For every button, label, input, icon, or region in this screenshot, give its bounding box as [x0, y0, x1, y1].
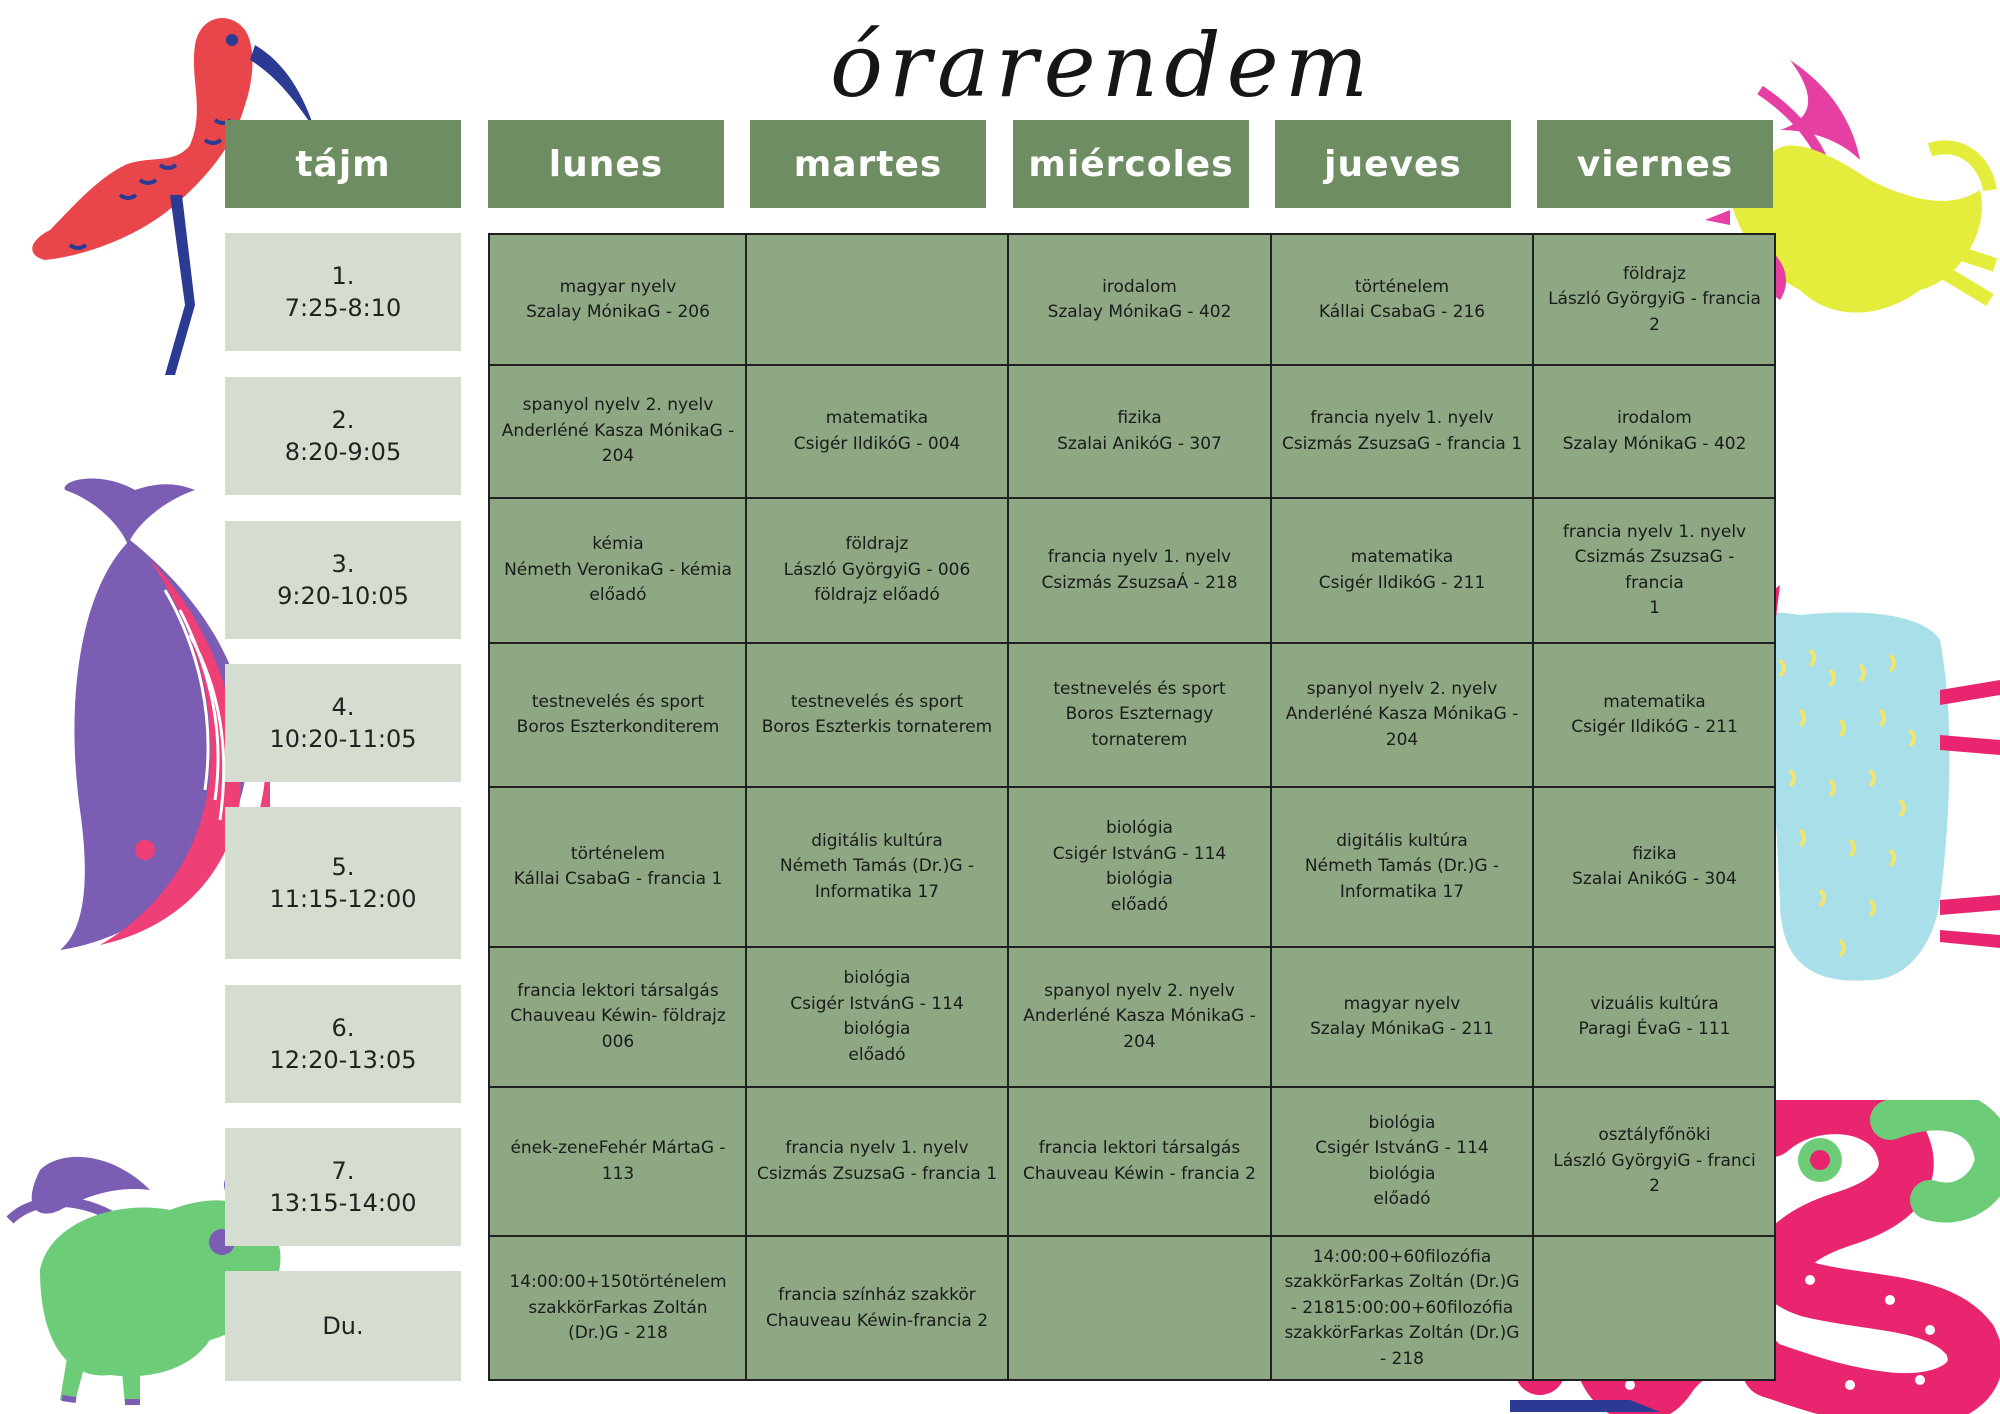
lesson-cell-thursday-7: biológia Csigér IstvánG - 114 biológia e… — [1315, 1112, 1489, 1210]
header-day-friday: viernes — [1537, 120, 1773, 208]
period-number: 6. — [331, 1013, 355, 1042]
lesson-cell-friday-7: osztályfőnöki László GyörgyiG - franci 2 — [1553, 1125, 1756, 1197]
period-time: 7:25-8:10 — [284, 294, 402, 322]
header-time: tájm — [225, 120, 461, 208]
period-time: 8:20-9:05 — [284, 438, 402, 466]
lesson-cell-tuesday-1 — [746, 235, 1008, 365]
lesson-cell-wednesday-4: testnevelés és sport Boros Eszternagy to… — [1053, 678, 1226, 750]
header-day-thursday: jueves — [1275, 120, 1511, 208]
lesson-cell-monday-8: 14:00:00+150történelem szakkörFarkas Zol… — [509, 1272, 727, 1344]
lesson-cell-tuesday-2: matematika Csigér IldikóG - 004 — [793, 408, 961, 454]
period-number: Du. — [322, 1311, 364, 1340]
lesson-cell-thursday-8: 14:00:00+60filozófia szakkörFarkas Zoltá… — [1284, 1246, 1520, 1369]
period-7: 7. 13:15-14:00 — [225, 1128, 461, 1246]
period-number: 1. — [331, 261, 355, 290]
lesson-cell-tuesday-5: digitális kultúra Németh Tamás (Dr.)G - … — [779, 830, 975, 902]
lesson-cell-friday-8 — [1533, 1236, 1776, 1381]
lesson-cell-thursday-6: magyar nyelv Szalay MónikaG - 211 — [1310, 993, 1494, 1040]
lesson-cell-wednesday-7: francia lektori társalgás Chauveau Kéwin… — [1023, 1138, 1256, 1184]
lesson-cell-wednesday-8 — [1008, 1236, 1271, 1381]
lesson-cell-tuesday-6: biológia Csigér IstvánG - 114 biológia e… — [790, 968, 964, 1065]
period-5: 5. 11:15-12:00 — [225, 807, 461, 959]
period-time: 10:20-11:05 — [269, 725, 417, 753]
period-3: 3. 9:20-10:05 — [225, 521, 461, 639]
page-title: órarendem — [830, 14, 1375, 117]
lesson-cell-wednesday-6: spanyol nyelv 2. nyelv Anderléné Kasza M… — [1023, 980, 1256, 1052]
lesson-cell-tuesday-8: francia színház szakkör Chauveau Kéwin-f… — [765, 1285, 989, 1331]
period-time: 9:20-10:05 — [277, 582, 409, 610]
lesson-cell-monday-4: testnevelés és sport Boros Eszterkondite… — [516, 691, 720, 738]
lesson-cell-monday-5: történelem Kállai CsabaG - francia 1 — [513, 843, 723, 890]
lesson-cell-wednesday-5: biológia Csigér IstvánG - 114 biológia e… — [1052, 818, 1227, 915]
lesson-cell-thursday-3: matematika Csigér IldikóG - 211 — [1318, 547, 1486, 593]
lesson-cell-friday-1: földrajz László GyörgyiG - francia 2 — [1548, 263, 1761, 335]
timetable-grid: magyar nyelv Szalay MónikaG - 206 irodalo… — [488, 233, 1776, 1381]
lesson-cell-thursday-2: francia nyelv 1. nyelv Csizmás ZsuzsaG -… — [1281, 408, 1523, 454]
lesson-cell-thursday-4: spanyol nyelv 2. nyelv Anderléné Kasza M… — [1285, 678, 1519, 750]
period-number: 7. — [331, 1156, 355, 1185]
lesson-cell-friday-4: matematika Csigér IldikóG - 211 — [1571, 691, 1738, 738]
lesson-cell-wednesday-3: francia nyelv 1. nyelv Csizmás ZsuzsaÁ -… — [1041, 547, 1238, 593]
period-4: 4. 10:20-11:05 — [225, 664, 461, 782]
period-number: 5. — [331, 852, 355, 881]
lesson-cell-friday-3: francia nyelv 1. nyelv Csizmás ZsuzsaG -… — [1562, 521, 1747, 619]
period-number: 4. — [331, 692, 355, 721]
lesson-cell-monday-7: ének-zeneFehér MártaG - 113 — [510, 1138, 726, 1184]
header-day-tuesday: martes — [750, 120, 986, 208]
header-day-wednesday: miércoles — [1013, 120, 1249, 208]
lesson-cell-friday-5: fizika Szalai AnikóG - 304 — [1572, 843, 1737, 890]
lesson-cell-friday-6: vizuális kultúra Paragi ÉvaG - 111 — [1578, 993, 1731, 1040]
lesson-cell-thursday-5: digitális kultúra Németh Tamás (Dr.)G - … — [1304, 830, 1500, 902]
lesson-cell-tuesday-4: testnevelés és sport Boros Eszterkis tor… — [761, 691, 993, 738]
header-day-monday: lunes — [488, 120, 724, 208]
period-time: 12:20-13:05 — [269, 1046, 417, 1074]
period-6: 6. 12:20-13:05 — [225, 985, 461, 1103]
lesson-cell-tuesday-3: földrajz László GyörgyiG - 006 földrajz … — [783, 534, 971, 606]
lesson-cell-monday-3: kémia Németh VeronikaG - kémia előadó — [504, 534, 732, 606]
period-1: 1. 7:25-8:10 — [225, 233, 461, 351]
period-du: Du. — [225, 1271, 461, 1381]
period-time: 11:15-12:00 — [269, 885, 417, 913]
period-number: 3. — [331, 549, 355, 578]
lesson-cell-friday-2: irodalom Szalay MónikaG - 402 — [1562, 408, 1747, 454]
lesson-cell-wednesday-1: irodalom Szalay MónikaG - 402 — [1047, 276, 1232, 323]
lesson-cell-monday-1: magyar nyelv Szalay MónikaG - 206 — [526, 276, 710, 323]
lesson-cell-thursday-1: történelem Kállai CsabaG - 216 — [1318, 276, 1486, 323]
lesson-cell-monday-6: francia lektori társalgás Chauveau Kéwin… — [510, 980, 726, 1052]
period-number: 2. — [331, 405, 355, 434]
lesson-cell-monday-2: spanyol nyelv 2. nyelv Anderléné Kasza M… — [501, 395, 735, 467]
period-2: 2. 8:20-9:05 — [225, 377, 461, 495]
period-time: 13:15-14:00 — [269, 1189, 417, 1217]
lesson-cell-wednesday-2: fizika Szalai AnikóG - 307 — [1057, 408, 1222, 454]
lesson-cell-tuesday-7: francia nyelv 1. nyelv Csizmás ZsuzsaG -… — [756, 1138, 998, 1184]
